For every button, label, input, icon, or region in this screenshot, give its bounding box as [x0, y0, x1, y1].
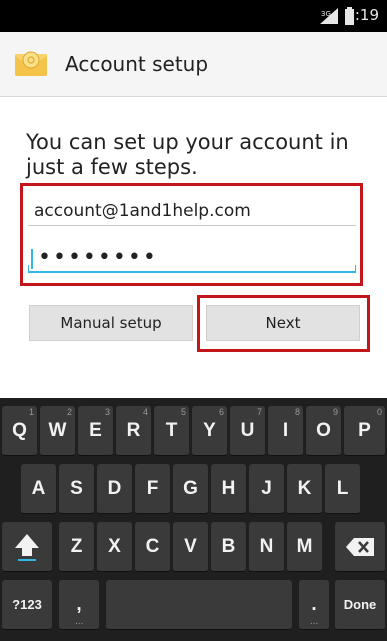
key-x[interactable]: X — [97, 522, 132, 572]
field-underline-tick-left — [28, 265, 29, 271]
text-cursor — [31, 249, 33, 269]
manual-setup-button[interactable]: Manual setup — [29, 305, 193, 341]
action-bar: Account setup — [0, 32, 387, 97]
password-field[interactable]: •••••••• — [28, 245, 356, 273]
key-r[interactable]: R4 — [116, 406, 151, 456]
key-b[interactable]: B — [211, 522, 246, 572]
key-n[interactable]: N — [249, 522, 284, 572]
key-a[interactable]: A — [21, 464, 56, 514]
status-bar: 3G 2:19 — [0, 0, 387, 32]
email-app-icon[interactable] — [14, 50, 48, 78]
key-o[interactable]: O9 — [306, 406, 341, 456]
svg-text:3G: 3G — [321, 10, 331, 18]
key-j[interactable]: J — [249, 464, 284, 514]
symbols-key[interactable]: ?123 — [2, 580, 52, 630]
password-value: •••••••• — [38, 245, 158, 270]
key-m[interactable]: M — [287, 522, 322, 572]
email-field[interactable]: account@1and1help.com — [28, 198, 356, 226]
status-time: 2:19 — [345, 6, 379, 24]
key-h[interactable]: H — [211, 464, 246, 514]
key-e[interactable]: E3 — [78, 406, 113, 456]
space-key[interactable] — [106, 580, 292, 630]
key-i[interactable]: I8 — [268, 406, 303, 456]
key-f[interactable]: F — [135, 464, 170, 514]
key-u[interactable]: U7 — [230, 406, 265, 456]
comma-key[interactable]: ,... — [59, 580, 99, 630]
key-v[interactable]: V — [173, 522, 208, 572]
key-w[interactable]: W2 — [40, 406, 75, 456]
key-z[interactable]: Z — [59, 522, 94, 572]
shift-key[interactable] — [2, 522, 52, 572]
key-s[interactable]: S — [59, 464, 94, 514]
key-y[interactable]: Y6 — [192, 406, 227, 456]
key-t[interactable]: T5 — [154, 406, 189, 456]
key-l[interactable]: L — [325, 464, 360, 514]
signal-icon: 3G — [320, 8, 338, 24]
done-key[interactable]: Done — [335, 580, 385, 630]
key-c[interactable]: C — [135, 522, 170, 572]
field-underline-tick-right — [355, 265, 356, 271]
key-q[interactable]: Q1 — [2, 406, 37, 456]
key-p[interactable]: P0 — [344, 406, 385, 456]
setup-heading: You can set up your account in just a fe… — [26, 130, 349, 179]
key-d[interactable]: D — [97, 464, 132, 514]
email-value: account@1and1help.com — [34, 201, 251, 221]
key-g[interactable]: G — [173, 464, 208, 514]
backspace-key[interactable] — [335, 522, 385, 572]
period-key[interactable]: .... — [299, 580, 329, 630]
action-bar-title: Account setup — [65, 52, 209, 76]
soft-keyboard: Q1 W2 E3 R4 T5 Y6 U7 I8 O9 P0 A S D F G … — [0, 398, 387, 641]
key-k[interactable]: K — [287, 464, 322, 514]
next-button[interactable]: Next — [206, 305, 360, 341]
backspace-icon — [346, 538, 374, 556]
shift-icon — [15, 534, 39, 561]
